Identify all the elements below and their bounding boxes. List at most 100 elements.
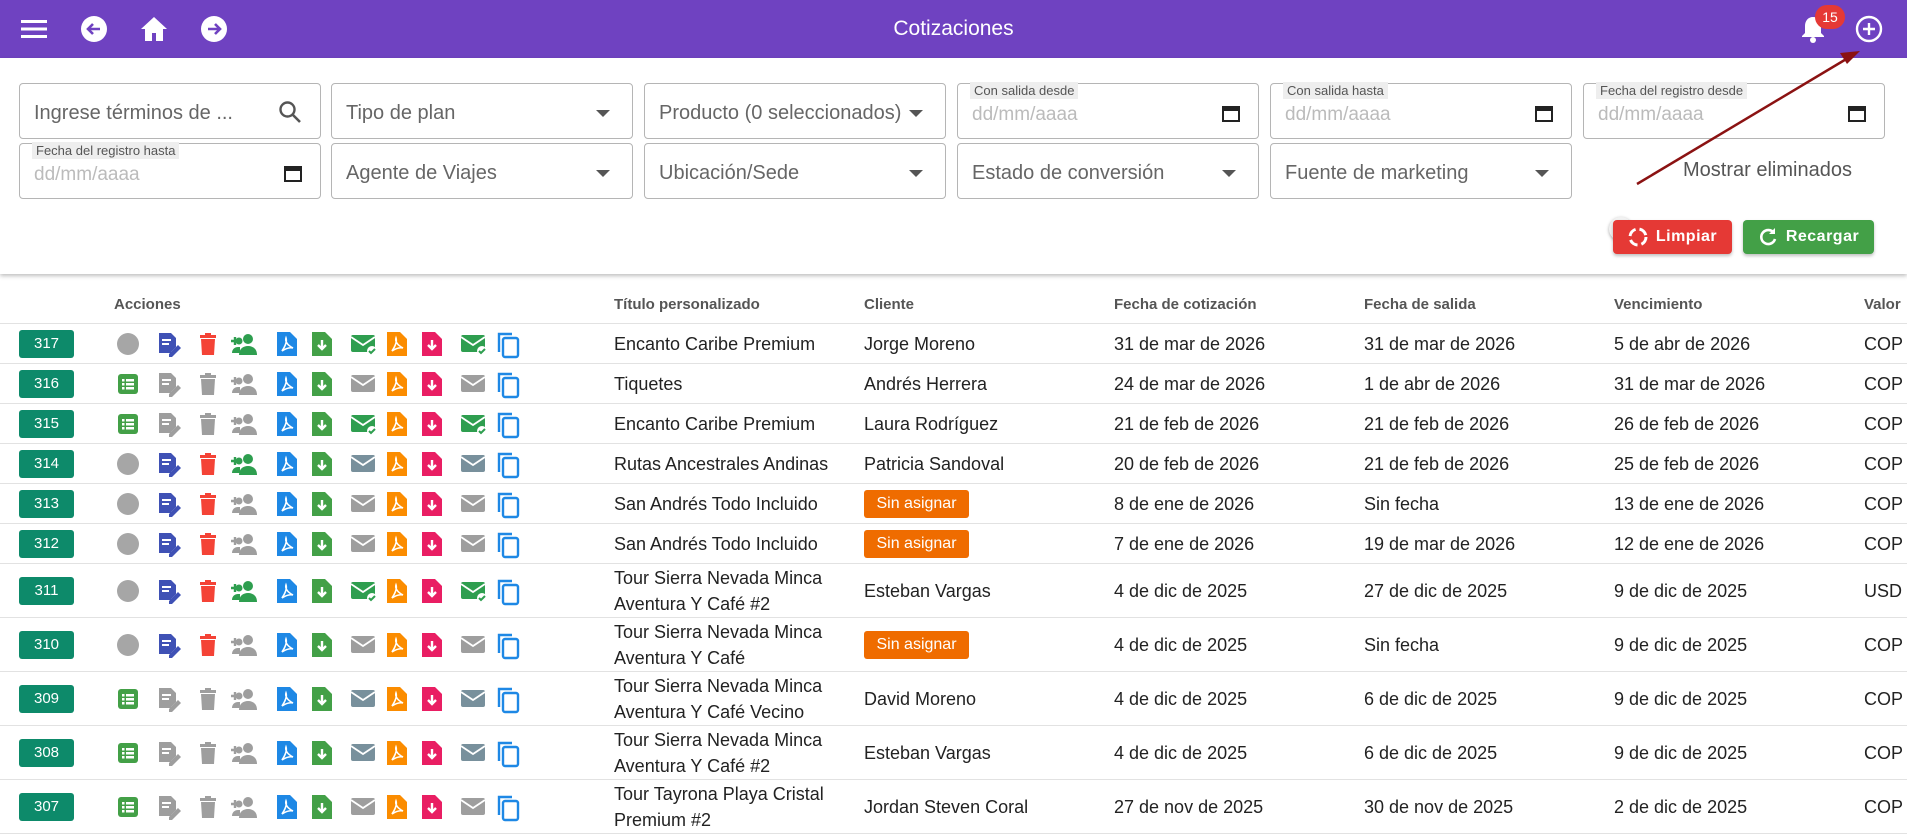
clear-button[interactable]: Limpiar: [1613, 220, 1732, 254]
email-icon[interactable]: [350, 794, 376, 820]
assign-agent-icon[interactable]: [230, 686, 257, 712]
download-icon[interactable]: [310, 578, 336, 604]
location-select[interactable]: Ubicación/Sede: [644, 143, 946, 199]
trash-icon[interactable]: [195, 491, 221, 517]
pdf-icon[interactable]: [385, 578, 411, 604]
trash-icon[interactable]: [195, 740, 221, 766]
edit-icon[interactable]: [155, 531, 181, 557]
download-icon[interactable]: [310, 531, 336, 557]
edit-icon[interactable]: [155, 686, 181, 712]
circle-icon[interactable]: [115, 632, 141, 658]
col-title[interactable]: Título personalizado: [614, 296, 760, 313]
trash-icon[interactable]: [195, 411, 221, 437]
row-id-badge[interactable]: 317: [19, 330, 74, 358]
pdf-icon[interactable]: [385, 686, 411, 712]
trash-icon[interactable]: [195, 451, 221, 477]
unassigned-badge[interactable]: Sin asignar: [864, 631, 969, 659]
email-icon[interactable]: [350, 411, 377, 437]
table-row[interactable]: 311 Tour Sierra Nevada Minca Aventura Y C…: [0, 564, 1907, 618]
pdf-icon[interactable]: [385, 371, 411, 397]
circle-icon[interactable]: [115, 578, 141, 604]
pdf-icon[interactable]: [385, 331, 411, 357]
trash-icon[interactable]: [195, 632, 221, 658]
pdf-icon[interactable]: [275, 794, 301, 820]
list-icon[interactable]: [115, 740, 141, 766]
assign-agent-icon[interactable]: [230, 331, 257, 357]
edit-icon[interactable]: [155, 740, 181, 766]
download-icon[interactable]: [310, 491, 336, 517]
table-row[interactable]: 310 Tour Sierra Nevada Minca Aventura Y C…: [0, 618, 1907, 672]
pdf-icon[interactable]: [275, 740, 301, 766]
agent-select[interactable]: Agente de Viajes: [331, 143, 633, 199]
copy-icon[interactable]: [495, 371, 521, 399]
download-icon[interactable]: [420, 578, 446, 604]
plan-type-select[interactable]: Tipo de plan: [331, 83, 633, 139]
col-departure[interactable]: Fecha de salida: [1364, 296, 1476, 313]
list-icon[interactable]: [115, 686, 141, 712]
pdf-icon[interactable]: [275, 331, 301, 357]
pdf-icon[interactable]: [385, 632, 411, 658]
download-icon[interactable]: [420, 331, 446, 357]
trash-icon[interactable]: [195, 686, 221, 712]
registered-from-field[interactable]: Fecha del registro desde dd/mm/aaaa: [1583, 82, 1885, 139]
pdf-icon[interactable]: [275, 491, 301, 517]
table-row[interactable]: 309 Tour Sierra Nevada Minca Aventura Y C…: [0, 672, 1907, 726]
trash-icon[interactable]: [195, 371, 221, 397]
email-icon[interactable]: [350, 531, 376, 557]
pdf-icon[interactable]: [385, 794, 411, 820]
trash-icon[interactable]: [195, 531, 221, 557]
copy-icon[interactable]: [495, 411, 521, 439]
row-id-badge[interactable]: 314: [19, 450, 74, 478]
copy-icon[interactable]: [495, 632, 521, 660]
email-icon[interactable]: [350, 451, 376, 477]
table-row[interactable]: 312 San Andrés Todo Incluido Sin asignar …: [0, 524, 1907, 564]
table-row[interactable]: 308 Tour Sierra Nevada Minca Aventura Y C…: [0, 726, 1907, 780]
circle-icon[interactable]: [115, 531, 141, 557]
edit-icon[interactable]: [155, 331, 181, 357]
pdf-icon[interactable]: [385, 491, 411, 517]
email-icon[interactable]: [460, 371, 486, 397]
pdf-icon[interactable]: [275, 531, 301, 557]
assign-agent-icon[interactable]: [230, 411, 257, 437]
edit-icon[interactable]: [155, 411, 181, 437]
pdf-icon[interactable]: [275, 451, 301, 477]
row-id-badge[interactable]: 315: [19, 410, 74, 438]
assign-agent-icon[interactable]: [230, 491, 257, 517]
download-icon[interactable]: [310, 451, 336, 477]
circle-icon[interactable]: [115, 331, 141, 357]
assign-agent-icon[interactable]: [230, 794, 257, 820]
pdf-icon[interactable]: [385, 411, 411, 437]
pdf-icon[interactable]: [385, 740, 411, 766]
email-icon[interactable]: [350, 578, 377, 604]
row-id-badge[interactable]: 308: [19, 739, 74, 767]
col-value[interactable]: Valor: [1864, 296, 1901, 313]
table-row[interactable]: 317 Encanto Caribe Premium Jorge Moreno 3…: [0, 324, 1907, 364]
download-icon[interactable]: [310, 371, 336, 397]
search-input[interactable]: Ingrese términos de ...: [19, 83, 321, 139]
assign-agent-icon[interactable]: [230, 451, 257, 477]
table-row[interactable]: 307 Tour Tayrona Playa Cristal Premium #2…: [0, 780, 1907, 834]
table-row[interactable]: 314 Rutas Ancestrales Andinas Patricia Sa…: [0, 444, 1907, 484]
email-icon[interactable]: [460, 411, 487, 437]
email-icon[interactable]: [460, 794, 486, 820]
email-icon[interactable]: [460, 740, 486, 766]
registered-to-field[interactable]: Fecha del registro hasta dd/mm/aaaa: [19, 142, 321, 199]
edit-icon[interactable]: [155, 632, 181, 658]
calendar-icon[interactable]: [284, 164, 302, 182]
download-icon[interactable]: [420, 371, 446, 397]
assign-agent-icon[interactable]: [230, 531, 257, 557]
download-icon[interactable]: [420, 740, 446, 766]
copy-icon[interactable]: [495, 451, 521, 479]
list-icon[interactable]: [115, 794, 141, 820]
email-icon[interactable]: [460, 331, 487, 357]
col-expiry[interactable]: Vencimiento: [1614, 296, 1702, 313]
copy-icon[interactable]: [495, 740, 521, 768]
download-icon[interactable]: [310, 632, 336, 658]
copy-icon[interactable]: [495, 331, 521, 359]
email-icon[interactable]: [350, 686, 376, 712]
table-row[interactable]: 313 San Andrés Todo Incluido Sin asignar …: [0, 484, 1907, 524]
email-icon[interactable]: [460, 491, 486, 517]
edit-icon[interactable]: [155, 578, 181, 604]
email-icon[interactable]: [460, 578, 487, 604]
download-icon[interactable]: [310, 794, 336, 820]
